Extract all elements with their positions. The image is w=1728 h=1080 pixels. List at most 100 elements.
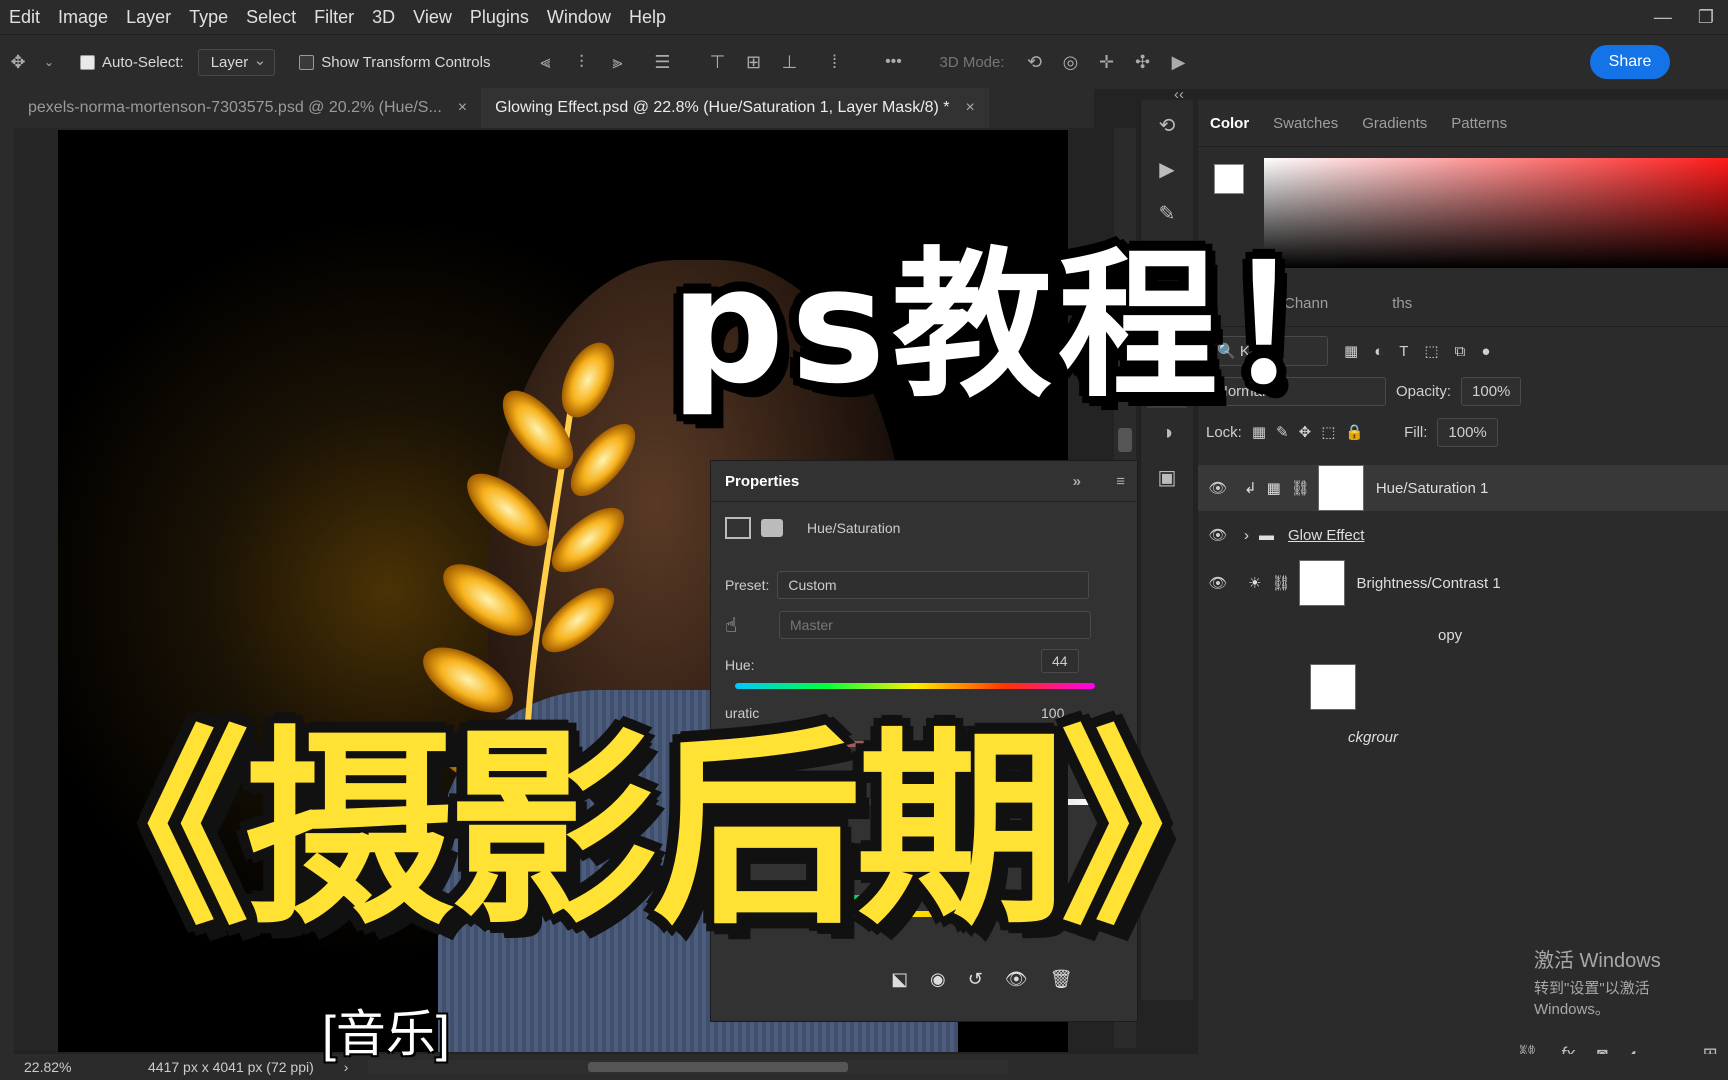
move-tool-icon[interactable]: ✥ (7, 51, 29, 73)
align-right-icon[interactable]: ⫸ (606, 51, 628, 73)
distribute-vertical-icon[interactable]: ⁞ (823, 51, 845, 73)
more-options-icon[interactable]: ••• (878, 51, 908, 73)
align-left-icon[interactable]: ⫷ (534, 51, 556, 73)
menu-layer[interactable]: Layer (117, 0, 180, 34)
link-icon[interactable]: ⛓ (1291, 479, 1310, 497)
tab-swatches[interactable]: Swatches (1261, 115, 1350, 132)
visibility-eye-icon[interactable]: 👁 (1198, 574, 1238, 592)
close-icon[interactable]: × (966, 99, 975, 117)
tab-patterns[interactable]: Patterns (1439, 115, 1519, 132)
orbit-icon[interactable]: ⟲ (1024, 51, 1046, 73)
menu-filter[interactable]: Filter (305, 0, 363, 34)
filter-shape-icon[interactable]: ⬚ (1424, 342, 1438, 360)
hand-icon[interactable]: ☝ (725, 613, 765, 638)
properties-title: Properties (725, 472, 800, 490)
slide-icon[interactable]: ✣ (1132, 51, 1154, 73)
filter-toggle-icon[interactable]: ● (1481, 343, 1490, 360)
align-center-icon[interactable]: ⫶ (570, 51, 592, 73)
menu-3d[interactable]: 3D (363, 0, 404, 34)
libraries-icon[interactable]: ▣ (1147, 458, 1187, 496)
tab-color[interactable]: Color (1198, 115, 1261, 132)
visibility-eye-icon[interactable]: 👁 (1198, 479, 1238, 497)
show-transform-checkbox[interactable] (299, 54, 315, 70)
layer-row[interactable]: 👁 › ▬ Glow Effect (1198, 512, 1728, 558)
link-icon[interactable]: ⛓ (1271, 574, 1290, 592)
layer-name: ckgrour (1348, 728, 1399, 746)
fill-input[interactable]: 100% (1437, 417, 1498, 447)
panel-menu-icon[interactable]: ≡ (1116, 473, 1125, 490)
status-bar: 22.82% 4417 px x 4041 px (72 ppi) › (0, 1054, 1728, 1080)
layer-name: Glow Effect (1288, 526, 1365, 544)
menu-view[interactable]: View (404, 0, 461, 34)
distribute-icon[interactable]: ☰ (651, 51, 673, 73)
auto-select-label: Auto-Select: (102, 53, 184, 71)
channel-dropdown[interactable]: Master (779, 611, 1091, 639)
layer-mask-thumb[interactable] (1298, 560, 1345, 606)
menu-image[interactable]: Image (49, 0, 117, 34)
tab-gradients[interactable]: Gradients (1350, 115, 1439, 132)
align-bottom-icon[interactable]: ⊥ (778, 51, 800, 73)
chevron-down-icon[interactable]: ⌄ (43, 51, 55, 73)
panel-expand-icon[interactable]: » (1073, 473, 1081, 490)
align-middle-icon[interactable]: ⊞ (742, 51, 764, 73)
auto-select-dropdown[interactable]: Layer (197, 48, 276, 76)
chevron-right-icon[interactable]: › (1244, 527, 1249, 544)
menu-edit[interactable]: Edit (0, 0, 49, 34)
close-icon[interactable]: × (458, 99, 467, 117)
filter-smart-object-icon[interactable]: ⧉ (1455, 343, 1466, 360)
minimize-icon[interactable]: — (1654, 7, 1672, 28)
visibility-eye-icon[interactable]: 👁 (1198, 526, 1238, 544)
auto-select-checkbox[interactable] (80, 54, 95, 70)
menu-plugins[interactable]: Plugins (461, 0, 538, 34)
align-top-icon[interactable]: ⊤ (706, 51, 728, 73)
layer-row[interactable]: 👁 ☀ ⛓ Brightness/Contrast 1 (1198, 560, 1728, 606)
preset-dropdown[interactable]: Custom (777, 571, 1090, 599)
menu-select[interactable]: Select (237, 0, 305, 34)
history-icon[interactable]: ⟲ (1147, 106, 1187, 144)
horizontal-scrollbar[interactable] (368, 1060, 1009, 1074)
opacity-input[interactable]: 100% (1461, 376, 1522, 406)
layer-thumb[interactable] (1310, 664, 1356, 710)
camera-icon[interactable]: ▶ (1168, 51, 1190, 73)
menu-bar: Edit Image Layer Type Select Filter 3D V… (0, 0, 1728, 34)
document-tabs: pexels-norma-mortenson-7303575.psd @ 20.… (14, 88, 1094, 128)
3d-mode-label: 3D Mode: (939, 53, 1005, 71)
view-previous-icon[interactable]: ◉ (930, 969, 946, 990)
visibility-icon[interactable]: 👁 (1005, 969, 1028, 990)
tab-pexels[interactable]: pexels-norma-mortenson-7303575.psd @ 20.… (14, 88, 481, 128)
zoom-level[interactable]: 22.82% (24, 1059, 124, 1075)
mask-icon[interactable] (761, 519, 783, 537)
pan-icon[interactable]: ✛ (1096, 51, 1118, 73)
color-panel-tabs: Color Swatches Gradients Patterns (1198, 100, 1728, 147)
layer-row[interactable]: opy (1198, 612, 1728, 658)
layer-name: opy (1438, 626, 1463, 644)
restore-icon[interactable]: ❐ (1698, 7, 1714, 28)
play-icon[interactable]: ▶ (1147, 150, 1187, 188)
toolbar-strip (0, 88, 14, 1080)
menu-help[interactable]: Help (620, 0, 675, 34)
trash-icon[interactable]: 🗑 (1050, 969, 1073, 990)
tab-glowing-label: Glowing Effect.psd @ 22.8% (Hue/Saturati… (495, 99, 950, 116)
clip-arrow-icon: ↲ (1244, 480, 1257, 497)
windows-activation-watermark: 激活 Windows 转到"设置"以激活 Windows。 (1534, 944, 1728, 1019)
horizontal-scrollbar-thumb[interactable] (588, 1062, 849, 1072)
layer-row[interactable] (1198, 664, 1728, 710)
clip-to-layer-icon[interactable]: ⬕ (891, 969, 908, 990)
show-transform-label: Show Transform Controls (321, 53, 491, 71)
watermark-line-1: 激活 Windows (1534, 950, 1661, 972)
layer-name: Hue/Saturation 1 (1375, 479, 1489, 497)
reset-icon[interactable]: ↺ (968, 969, 983, 990)
layer-mask-thumb[interactable] (1317, 465, 1364, 511)
layer-row[interactable]: ckgrour (1198, 714, 1728, 760)
layer-name: Brightness/Contrast 1 (1356, 574, 1501, 592)
menu-window[interactable]: Window (538, 0, 620, 34)
roll-icon[interactable]: ◎ (1060, 51, 1082, 73)
filter-type-icon[interactable]: T (1399, 343, 1408, 360)
menu-type[interactable]: Type (180, 0, 237, 34)
layer-row[interactable]: 👁 ↲ ▦ ⛓ Hue/Saturation 1 (1198, 465, 1728, 511)
tab-glowing-effect[interactable]: Glowing Effect.psd @ 22.8% (Hue/Saturati… (481, 88, 989, 128)
scrollbar-thumb[interactable] (1118, 428, 1132, 452)
adjustment-layer-icon: ▦ (1266, 480, 1281, 497)
foreground-color-swatch[interactable] (1214, 164, 1244, 194)
share-button[interactable]: Share (1590, 45, 1670, 79)
